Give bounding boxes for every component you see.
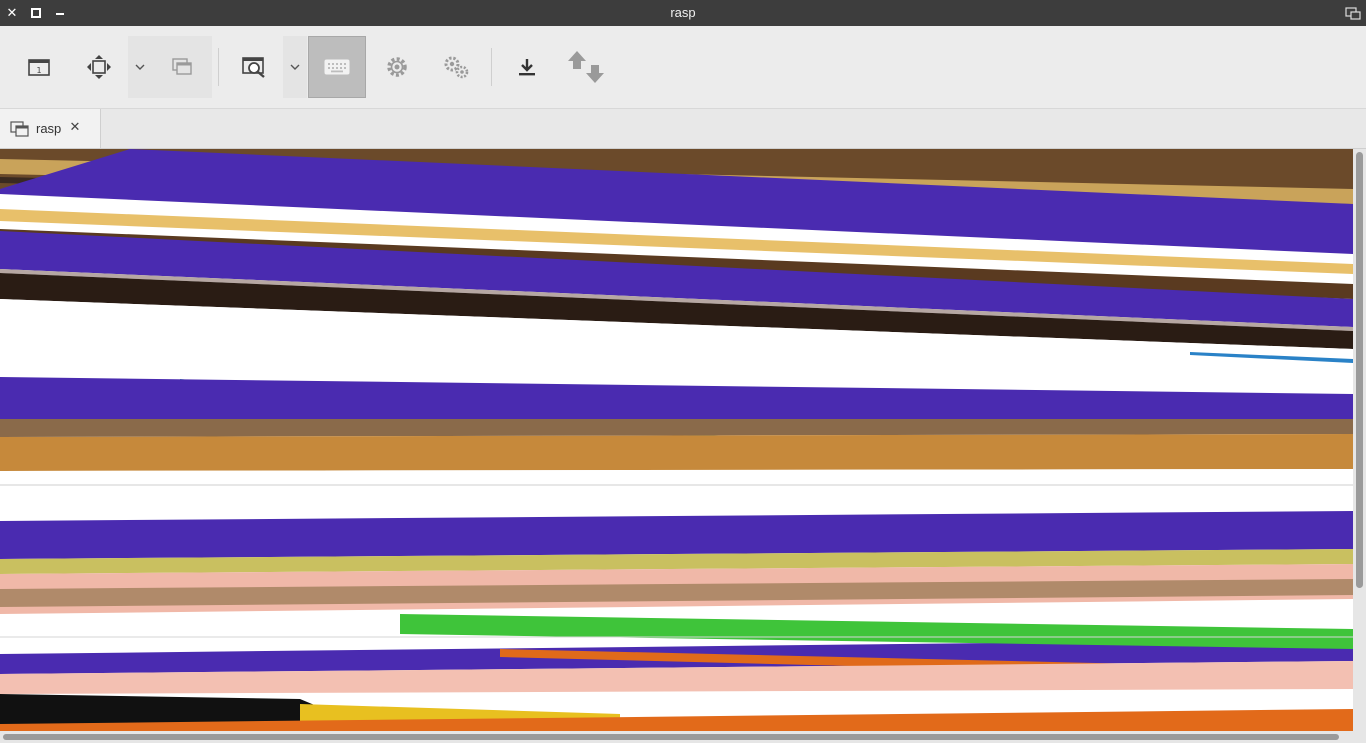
multi-monitor-button[interactable]: [152, 36, 212, 98]
toolbar: 1: [0, 26, 1366, 109]
horizontal-scrollbar[interactable]: [0, 731, 1366, 743]
zoom-button[interactable]: [232, 36, 276, 98]
vertical-scroll-thumb[interactable]: [1356, 152, 1363, 588]
gear-icon: [387, 57, 407, 77]
toolbar-separator: [491, 48, 492, 86]
tab-rasp[interactable]: rasp ✕: [0, 109, 101, 148]
window-title: rasp: [670, 5, 696, 20]
fullscreen-button[interactable]: 1: [18, 36, 60, 98]
download-icon: [519, 59, 535, 76]
fit-window-button[interactable]: [76, 36, 122, 98]
tray-icon[interactable]: [1344, 3, 1362, 23]
tab-bar: rasp ✕: [0, 109, 1366, 149]
chevron-down-icon: [135, 64, 145, 70]
zoom-icon: [242, 57, 265, 78]
move-arrows-icon: [87, 55, 111, 79]
keyboard-icon: [324, 59, 350, 75]
minimize-toolbar-button[interactable]: [506, 36, 548, 98]
keyboard-grab-button[interactable]: [308, 36, 366, 98]
gears-icon: [444, 56, 469, 79]
horizontal-scroll-thumb[interactable]: [3, 734, 1339, 740]
zoom-dropdown-button[interactable]: [283, 36, 307, 98]
svg-text:1: 1: [37, 66, 42, 75]
transfer-button[interactable]: [560, 36, 612, 98]
scaling-dropdown-button[interactable]: [128, 36, 152, 98]
up-down-arrows-icon: [568, 51, 604, 83]
remote-desktop-view[interactable]: [0, 149, 1353, 731]
tools-button[interactable]: [434, 36, 478, 98]
close-tab-button[interactable]: ✕: [68, 120, 82, 136]
title-bar: ✕ rasp: [0, 0, 1366, 26]
windows-icon: [172, 58, 192, 75]
chevron-down-icon: [290, 64, 300, 70]
tab-label: rasp: [36, 121, 62, 136]
connection-icon: [10, 120, 29, 137]
remote-screen-image: [0, 149, 1353, 731]
preferences-button[interactable]: [376, 36, 418, 98]
toolbar-separator: [218, 48, 219, 86]
fullscreen-icon: 1: [28, 59, 50, 76]
vertical-scrollbar[interactable]: [1353, 149, 1366, 731]
